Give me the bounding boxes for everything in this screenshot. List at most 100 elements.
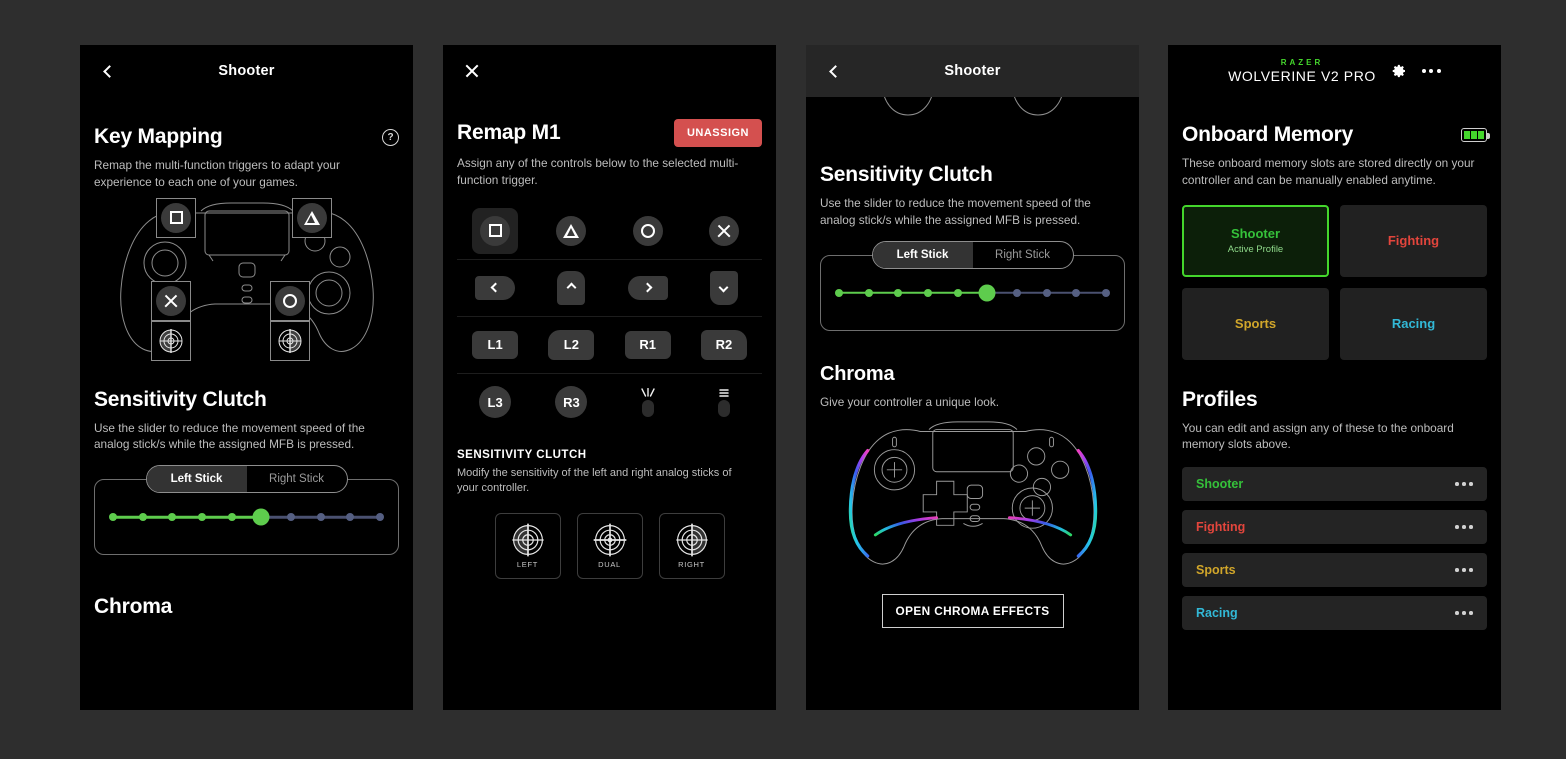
panel-sensitivity-chroma: Shooter Sensitivity Clutch Use the slide… [806,45,1139,710]
control-dpad-up[interactable] [557,270,586,305]
control-r2[interactable]: R2 [700,329,747,360]
slider-step-dot[interactable] [894,288,903,297]
slider-step-dot[interactable] [168,513,177,521]
memory-slot-grid: Shooter Active Profile Fighting Sports R… [1182,204,1487,360]
control-l2[interactable]: L2 [548,329,595,360]
clutch-card-dual[interactable]: DUAL [576,512,643,579]
r2-label: R2 [700,329,747,360]
more-horizontal-icon[interactable] [1455,525,1473,529]
control-cross[interactable] [708,215,739,246]
chevron-left-icon [102,64,116,78]
tab-right-stick[interactable]: Right Stick [247,466,347,492]
open-chroma-effects-button[interactable]: OPEN CHROMA EFFECTS [881,594,1064,629]
memory-slot-status: Active Profile [1227,244,1284,255]
r3-label: R3 [555,386,588,418]
slider-step-dot[interactable] [109,513,117,521]
slider-step-dot[interactable] [287,513,295,521]
memory-slot-sports[interactable]: Sports [1182,287,1329,360]
badge-m5-clutch-left[interactable] [151,320,191,361]
navbar-panel2 [443,45,776,97]
scrolled-controller-partial [884,97,1062,116]
dpad-up-icon [557,270,586,305]
badge-m1-square[interactable] [156,197,196,238]
slider-step-dot[interactable] [864,288,873,297]
more-horizontal-icon[interactable] [1455,568,1473,572]
badge-m4-circle[interactable] [270,280,310,321]
slider-step-dot[interactable] [1072,288,1081,297]
more-horizontal-icon[interactable] [1421,69,1441,73]
profile-row-sports[interactable]: Sports [1182,553,1487,587]
slider-handle[interactable] [252,508,270,526]
control-circle[interactable] [632,215,663,246]
control-share[interactable] [639,387,657,417]
panel1-body: Key Mapping ? Remap the multi-function t… [80,125,413,619]
control-row-dpad [457,260,762,317]
panel-remap: Remap M1 UNASSIGN Assign any of the cont… [443,45,776,710]
more-horizontal-icon[interactable] [1455,482,1473,486]
tab-left-stick[interactable]: Left Stick [146,466,247,492]
stick-selector[interactable]: Left Stick Right Stick [145,465,348,493]
key-mapping-title: Key Mapping [94,125,223,148]
control-dpad-right[interactable] [627,275,668,300]
slider-step-dot[interactable] [835,288,843,297]
slider-step-dot[interactable] [924,288,932,297]
back-button[interactable] [822,58,848,84]
slider-step-dot[interactable] [1042,288,1051,297]
clutch-card-right[interactable]: RIGHT [658,512,725,579]
stick-selector[interactable]: Left Stick Right Stick [871,240,1074,269]
control-square[interactable] [472,207,519,254]
back-button[interactable] [96,58,122,84]
control-l1[interactable]: L1 [472,330,519,359]
clutch-card-left[interactable]: LEFT [494,512,561,579]
control-row-shoulders: L1 L2 R1 R2 [457,317,762,374]
slider-step-dot[interactable] [138,513,147,521]
control-l3[interactable]: L3 [479,386,512,418]
controller-outline-svg [119,202,374,352]
slider-step-dot[interactable] [316,513,325,521]
remap-description: Assign any of the controls below to the … [457,156,739,187]
slider-step-dot[interactable] [1013,288,1021,297]
control-r1[interactable]: R1 [624,330,671,359]
close-button[interactable] [459,58,485,84]
profile-row-fighting[interactable]: Fighting [1182,510,1487,544]
slider-step-dot[interactable] [346,513,355,521]
profiles-description: You can edit and assign any of these to … [1182,420,1454,452]
sensitivity-slider[interactable] [109,508,384,526]
control-options[interactable] [715,388,733,417]
gear-icon[interactable] [1390,62,1408,80]
clutch-card-left-label: LEFT [516,559,539,569]
slider-step-dot[interactable] [376,513,384,521]
profile-row-racing[interactable]: Racing [1182,596,1487,630]
badge-m6-clutch-right[interactable] [270,320,310,361]
slider-step-dot[interactable] [1102,288,1110,297]
tab-left-stick[interactable]: Left Stick [872,241,973,268]
sensitivity-clutch-title: Sensitivity Clutch [820,163,993,186]
help-circle-icon[interactable]: ? [382,128,399,146]
control-dpad-down[interactable] [709,270,738,305]
memory-slot-shooter[interactable]: Shooter Active Profile [1182,204,1329,277]
control-triangle[interactable] [556,215,587,246]
control-dpad-left[interactable] [475,275,516,300]
clutch-card-dual-label: DUAL [598,559,621,569]
badge-m2-triangle[interactable] [292,197,332,238]
memory-slot-racing[interactable]: Racing [1340,287,1487,360]
triangle-icon [297,202,327,233]
sensitivity-slider[interactable] [835,284,1110,302]
slider-handle[interactable] [978,284,996,301]
badge-m3-cross[interactable] [151,280,191,321]
slider-step-dot[interactable] [227,513,236,521]
panel-onboard-memory: RAZER WOLVERINE V2 PRO Onboard Memory Th… [1168,45,1501,710]
panel3-body: Sensitivity Clutch Use the slider to red… [806,97,1139,629]
tab-right-stick[interactable]: Right Stick [973,242,1073,268]
chroma-title-cutoff: Chroma [94,595,173,618]
profile-row-shooter[interactable]: Shooter [1182,467,1487,501]
memory-slot-fighting[interactable]: Fighting [1340,204,1487,277]
slider-step-dot[interactable] [953,288,962,297]
more-horizontal-icon[interactable] [1455,611,1473,615]
memory-slot-name: Fighting [1387,233,1440,248]
controller-diagram [94,197,399,366]
l3-label: L3 [479,386,512,418]
slider-step-dot[interactable] [198,513,206,521]
unassign-button[interactable]: UNASSIGN [673,119,762,147]
control-r3[interactable]: R3 [555,386,588,418]
